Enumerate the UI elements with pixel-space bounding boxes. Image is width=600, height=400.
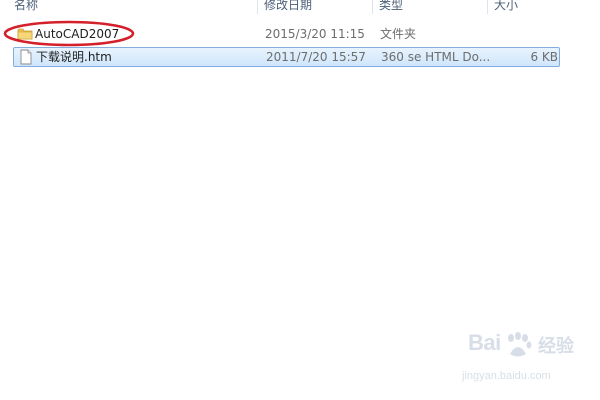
paw-logo-icon <box>508 332 532 357</box>
file-row-htm[interactable]: 下载说明.htm 2011/7/20 15:57 360 se HTML Do.… <box>13 47 560 67</box>
column-divider[interactable] <box>257 0 258 14</box>
file-name: 下载说明.htm <box>36 50 112 64</box>
column-header-type[interactable]: 类型 <box>375 0 489 14</box>
column-header-bar: 名称 修改日期 类型 大小 <box>0 0 600 16</box>
html-file-icon <box>18 49 34 65</box>
column-divider[interactable] <box>372 0 373 14</box>
watermark-brand: Bai <box>468 330 501 355</box>
file-size: 6 KB <box>530 50 558 64</box>
file-date: 2011/7/20 15:57 <box>266 50 366 64</box>
file-type: 360 se HTML Do... <box>381 50 491 64</box>
baidu-jingyan-watermark: Bai 经验 jingyan.baidu.com <box>448 330 588 390</box>
column-header-name[interactable]: 名称 <box>10 0 254 14</box>
watermark-service: 经验 <box>538 336 574 357</box>
column-header-size[interactable]: 大小 <box>490 0 584 14</box>
watermark-url: jingyan.baidu.com <box>462 370 551 382</box>
file-explorer-window: 名称 修改日期 类型 大小 AutoCAD2007 2015/3/20 11:1… <box>0 0 600 400</box>
column-divider[interactable] <box>487 0 488 14</box>
column-header-date[interactable]: 修改日期 <box>260 0 374 14</box>
highlight-annotation-ellipse <box>3 20 135 47</box>
file-type: 文件夹 <box>380 27 417 41</box>
file-date: 2015/3/20 11:15 <box>265 27 365 41</box>
